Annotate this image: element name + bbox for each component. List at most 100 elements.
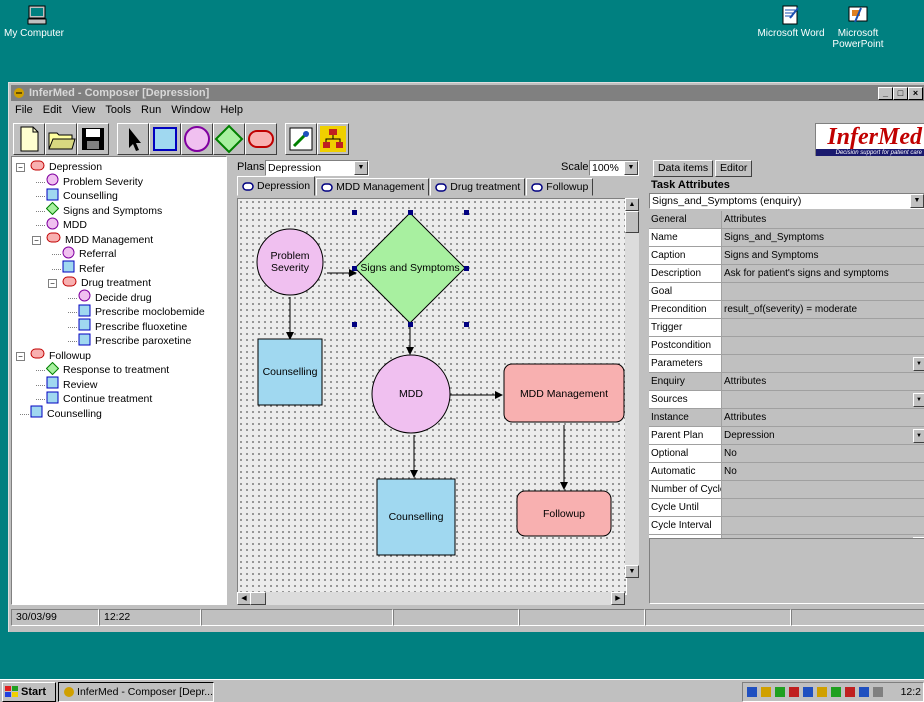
attribute-row[interactable]: Optional No <box>649 445 924 463</box>
editor-button[interactable]: Editor <box>715 160 753 177</box>
start-button[interactable]: Start <box>2 682 56 702</box>
tray-icons[interactable] <box>747 685 887 699</box>
attribute-value[interactable] <box>722 517 924 534</box>
tree-item[interactable]: Signs and Symptoms <box>45 201 162 218</box>
close-button[interactable]: × <box>908 87 923 100</box>
scroll-left-button[interactable]: ◀ <box>237 592 251 605</box>
chevron-down-icon[interactable]: ▼ <box>913 429 924 443</box>
attribute-value[interactable]: Signs_and_Symptoms <box>722 229 924 246</box>
selection-handle[interactable] <box>464 322 469 327</box>
menu-view[interactable]: View <box>72 102 96 118</box>
hierarchy-button[interactable] <box>317 123 349 155</box>
tree-collapse-toggle[interactable]: − <box>16 163 25 172</box>
attribute-row[interactable]: Cycle Interval <box>649 517 924 535</box>
attribute-value[interactable]: Ask for patient's signs and symptoms <box>722 265 924 282</box>
attribute-row[interactable]: Automatic No <box>649 463 924 481</box>
menu-help[interactable]: Help <box>220 102 243 118</box>
diamond-task-button[interactable] <box>213 123 245 155</box>
chevron-down-icon[interactable]: ▼ <box>913 357 924 371</box>
tray-icon[interactable] <box>817 687 827 697</box>
selection-handle[interactable] <box>408 210 413 215</box>
attribute-row[interactable]: Sources ▼ <box>649 391 924 409</box>
attribute-value[interactable]: No <box>722 445 924 462</box>
tree-item[interactable]: Continue treatment <box>46 391 152 406</box>
tray-icon[interactable] <box>845 687 855 697</box>
horizontal-scrollbar[interactable]: ◀ ▶ <box>237 592 625 605</box>
tree-item[interactable]: Refer <box>62 260 105 276</box>
tray-icon[interactable] <box>873 687 883 697</box>
tree-item[interactable]: Response to treatment <box>45 361 169 377</box>
tree-collapse-toggle[interactable]: − <box>16 351 25 361</box>
scroll-thumb[interactable] <box>625 211 639 233</box>
selection-handle[interactable] <box>352 322 357 327</box>
chevron-down-icon[interactable]: ▼ <box>913 393 924 407</box>
title-bar[interactable]: InferMed - Composer [Depression] _ □ × <box>11 85 924 101</box>
tree-item[interactable]: Review <box>46 376 97 392</box>
attribute-row[interactable]: Parent Plan Depression ▼ <box>649 427 924 445</box>
attribute-value[interactable]: result_of(severity) = moderate <box>722 301 924 318</box>
attribute-row[interactable]: Postcondition <box>649 337 924 355</box>
tab-drug-treatment[interactable]: Drug treatment <box>430 178 526 196</box>
menu-window[interactable]: Window <box>171 102 210 118</box>
desktop-icon-powerpoint[interactable]: Microsoft PowerPoint <box>823 4 893 50</box>
square-task-button[interactable] <box>149 123 181 155</box>
menu-tools[interactable]: Tools <box>105 102 131 118</box>
tree-item[interactable]: Prescribe fluoxetine <box>78 318 187 334</box>
tab-depression[interactable]: Depression <box>237 176 316 196</box>
tray-icon[interactable] <box>831 687 841 697</box>
attribute-row[interactable]: Number of Cycle <box>649 481 924 499</box>
menu-file[interactable]: File <box>15 102 33 118</box>
attribute-value[interactable] <box>722 337 924 354</box>
selection-handle[interactable] <box>352 210 357 215</box>
taskbar-item-infermed[interactable]: InferMed - Composer [Depr... <box>58 682 214 702</box>
attribute-row[interactable]: Name Signs_and_Symptoms <box>649 229 924 247</box>
tree-item[interactable]: Problem Severity <box>46 173 143 189</box>
tab-followup[interactable]: Followup <box>526 178 594 196</box>
save-button[interactable] <box>77 123 109 155</box>
menu-run[interactable]: Run <box>141 102 161 118</box>
open-button[interactable] <box>45 123 77 155</box>
scale-select[interactable]: 100% ▼ <box>589 160 639 176</box>
tree-item[interactable]: Referral <box>62 246 116 261</box>
tray-icon[interactable] <box>747 687 757 697</box>
tree-item[interactable]: Drug treatment <box>62 276 151 290</box>
attribute-row[interactable]: Precondition result_of(severity) = modera… <box>649 301 924 319</box>
tree-item[interactable]: Counselling <box>46 188 118 203</box>
maximize-button[interactable]: □ <box>893 87 908 100</box>
tray-icon[interactable] <box>859 687 869 697</box>
rounded-task-button[interactable] <box>245 123 277 155</box>
tree-item[interactable]: MDD <box>46 217 87 232</box>
attribute-row[interactable]: Trigger <box>649 319 924 337</box>
attribute-row[interactable]: Parameters ▼ <box>649 355 924 373</box>
tray-icon[interactable] <box>803 687 813 697</box>
attribute-value[interactable]: No <box>722 463 924 480</box>
minimize-button[interactable]: _ <box>878 87 893 100</box>
attribute-row[interactable]: Caption Signs and Symptoms <box>649 247 924 265</box>
tree-item[interactable]: Prescribe moclobemide <box>78 304 205 319</box>
data-items-button[interactable]: Data items <box>653 160 714 177</box>
tree-item[interactable]: Depression <box>30 160 102 174</box>
scroll-thumb[interactable] <box>250 592 266 605</box>
attribute-value[interactable] <box>722 481 924 498</box>
tray-icon[interactable] <box>789 687 799 697</box>
attribute-row[interactable]: Goal <box>649 283 924 301</box>
selection-handle[interactable] <box>408 322 413 327</box>
tree-item[interactable]: Followup <box>30 348 91 363</box>
tree-item[interactable]: Decide drug <box>78 289 152 305</box>
desktop-icon-my-computer[interactable]: My Computer <box>2 4 72 39</box>
scroll-down-button[interactable]: ▼ <box>625 565 639 578</box>
desktop-icon-word[interactable]: Microsoft Word <box>756 4 826 39</box>
tree-collapse-toggle[interactable]: − <box>32 235 41 245</box>
vertical-scrollbar[interactable]: ▲ ▼ <box>625 198 639 578</box>
attribute-value[interactable] <box>722 391 924 408</box>
tree-item[interactable]: Counselling <box>30 405 102 421</box>
attribute-value[interactable] <box>722 283 924 300</box>
selection-handle[interactable] <box>464 210 469 215</box>
attribute-value[interactable] <box>722 319 924 336</box>
diagram-canvas[interactable]: Problem Severity Signs and Symptoms Coun… <box>237 198 627 595</box>
plans-select[interactable]: Depression ▼ <box>265 160 369 176</box>
scroll-up-button[interactable]: ▲ <box>625 198 639 211</box>
scroll-right-button[interactable]: ▶ <box>611 592 625 605</box>
run-button[interactable] <box>285 123 317 155</box>
tree-item[interactable]: Prescribe paroxetine <box>78 333 191 348</box>
